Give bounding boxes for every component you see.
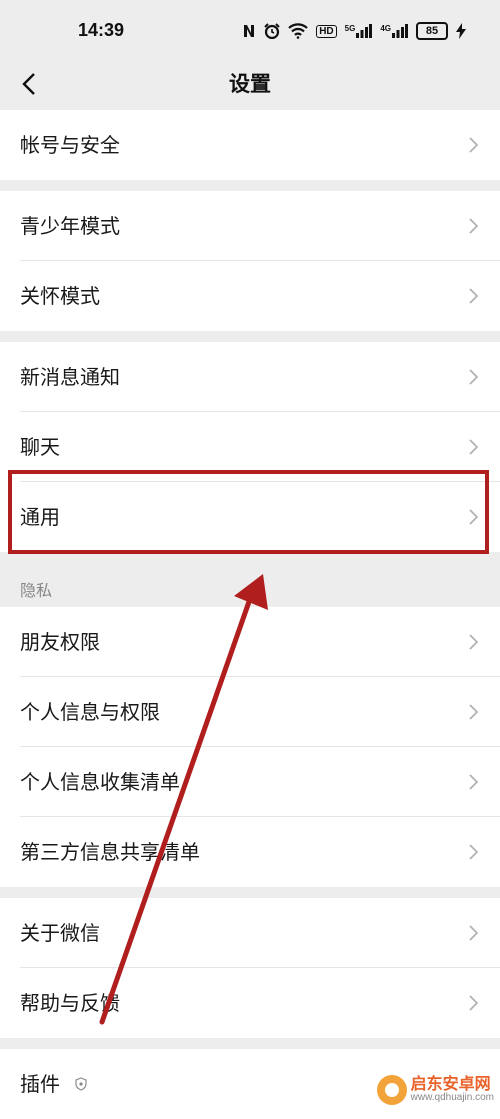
settings-item-label: 朋友权限 xyxy=(20,630,100,654)
settings-item-label: 个人信息与权限 xyxy=(20,700,160,724)
settings-item-label: 关于微信 xyxy=(20,921,100,945)
signal-5g-label: 5G xyxy=(344,24,356,33)
battery-indicator: 85 xyxy=(416,22,448,40)
plugin-shield-icon xyxy=(75,1077,87,1091)
settings-item-care-mode[interactable]: 关怀模式 xyxy=(0,261,500,331)
settings-item-about[interactable]: 关于微信 xyxy=(0,898,500,968)
signal-4g-label: 4G xyxy=(380,24,391,33)
watermark-name: 启东安卓网 xyxy=(410,1074,491,1094)
charging-icon xyxy=(456,23,466,39)
settings-item-label: 青少年模式 xyxy=(20,214,120,238)
settings-item-label: 关怀模式 xyxy=(20,284,100,308)
alarm-icon xyxy=(264,23,280,39)
settings-item-account[interactable]: 帐号与安全 xyxy=(0,110,500,180)
watermark-text: 启东安卓网 www.qdhuajin.com xyxy=(411,1076,494,1103)
chevron-right-icon xyxy=(469,634,478,650)
chevron-right-icon xyxy=(469,218,478,234)
settings-item-help[interactable]: 帮助与反馈 xyxy=(0,968,500,1038)
settings-item-label: 个人信息收集清单 xyxy=(20,770,180,794)
section-title-privacy: 隐私 xyxy=(20,581,53,600)
nav-bar: 设置 xyxy=(0,60,500,110)
chevron-right-icon xyxy=(469,704,478,720)
settings-item-label: 插件 xyxy=(20,1072,60,1096)
settings-item-personal-info-list[interactable]: 个人信息收集清单 xyxy=(0,747,500,817)
chevron-right-icon xyxy=(469,137,478,153)
watermark-logo-icon xyxy=(376,1075,407,1105)
watermark: 启东安卓网 www.qdhuajin.com xyxy=(376,1075,494,1105)
settings-item-chat[interactable]: 聊天 xyxy=(0,412,500,482)
settings-item-youth-mode[interactable]: 青少年模式 xyxy=(0,191,500,261)
settings-item-label: 聊天 xyxy=(20,435,60,459)
chevron-right-icon xyxy=(469,509,478,525)
chevron-right-icon xyxy=(469,925,478,941)
settings-item-label: 第三方信息共享清单 xyxy=(20,840,200,864)
nfc-icon xyxy=(242,23,256,39)
settings-item-personal-info-permissions[interactable]: 个人信息与权限 xyxy=(0,677,500,747)
watermark-url: www.qdhuajin.com xyxy=(410,1092,494,1104)
status-time: 14:39 xyxy=(78,20,125,40)
hd-icon: HD xyxy=(316,24,337,38)
settings-item-friend-permissions[interactable]: 朋友权限 xyxy=(0,607,500,677)
chevron-right-icon xyxy=(469,995,478,1011)
chevron-right-icon xyxy=(469,369,478,385)
settings-item-label: 新消息通知 xyxy=(20,365,120,389)
chevron-right-icon xyxy=(469,844,478,860)
chevron-right-icon xyxy=(469,774,478,790)
settings-item-notifications[interactable]: 新消息通知 xyxy=(0,342,500,412)
status-bar: 14:39 HD 5G 4G 85 xyxy=(0,0,500,60)
settings-item-label: 帮助与反馈 xyxy=(20,991,120,1015)
settings-item-third-party-list[interactable]: 第三方信息共享清单 xyxy=(0,817,500,887)
chevron-right-icon xyxy=(469,439,478,455)
signal-5g-icon: 5G xyxy=(345,24,373,38)
chevron-right-icon xyxy=(469,288,478,304)
settings-item-label: 通用 xyxy=(20,505,60,529)
settings-item-general[interactable]: 通用 xyxy=(0,482,500,552)
wifi-icon xyxy=(288,23,308,39)
settings-item-label: 帐号与安全 xyxy=(20,133,120,157)
status-icons: HD 5G 4G 85 xyxy=(242,20,466,42)
page-title: 设置 xyxy=(229,72,271,96)
signal-4g-icon: 4G xyxy=(380,24,408,38)
